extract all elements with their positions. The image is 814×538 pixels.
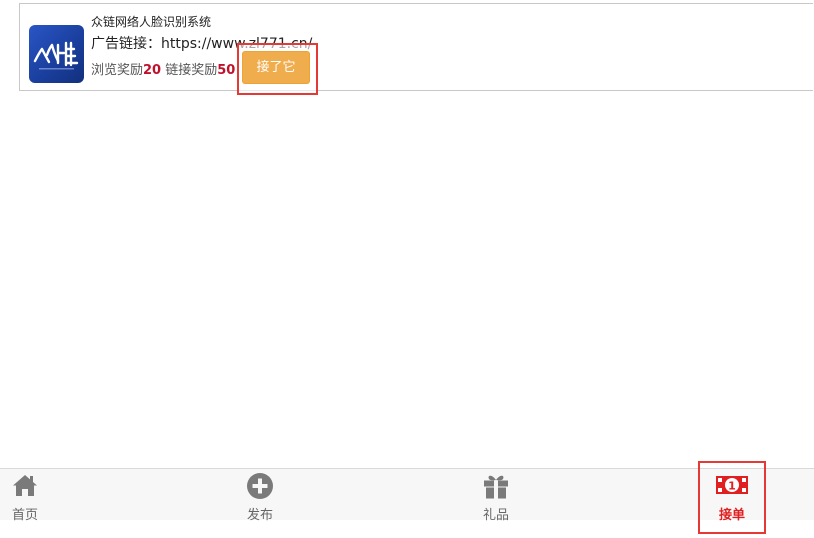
home-icon — [11, 472, 39, 502]
tab-gift[interactable]: 礼品 — [471, 469, 521, 523]
tab-home-label: 首页 — [11, 508, 38, 523]
bottom-tab-bar: 首页 发布 礼品 1 接单 — [0, 468, 814, 523]
ad-logo — [29, 25, 84, 83]
ad-title: 众链网络人脸识别系统 — [91, 15, 212, 29]
tab-home[interactable]: 首页 — [0, 469, 50, 523]
accept-button[interactable]: 接了它 — [242, 51, 310, 84]
ad-card: 众链网络人脸识别系统 广告链接：https://www.zl771.cn/ 浏览… — [19, 3, 813, 91]
tab-gift-label: 礼品 — [482, 508, 509, 523]
tab-publish-label: 发布 — [246, 508, 273, 523]
link-reward-label: 链接奖励 — [165, 63, 218, 78]
plus-circle-icon — [246, 472, 274, 504]
ad-link-label: 广告链接： — [91, 36, 161, 52]
tab-publish[interactable]: 发布 — [235, 469, 285, 523]
orders-tab-highlight — [698, 461, 766, 534]
browse-reward-label: 浏览奖励 — [91, 63, 144, 78]
ad-rewards: 浏览奖励20 链接奖励50 — [91, 59, 235, 78]
link-reward-value: 50 — [217, 63, 236, 78]
gift-icon — [482, 472, 510, 504]
page: 众链网络人脸识别系统 广告链接：https://www.zl771.cn/ 浏览… — [0, 0, 814, 538]
browse-reward-value: 20 — [143, 63, 162, 78]
